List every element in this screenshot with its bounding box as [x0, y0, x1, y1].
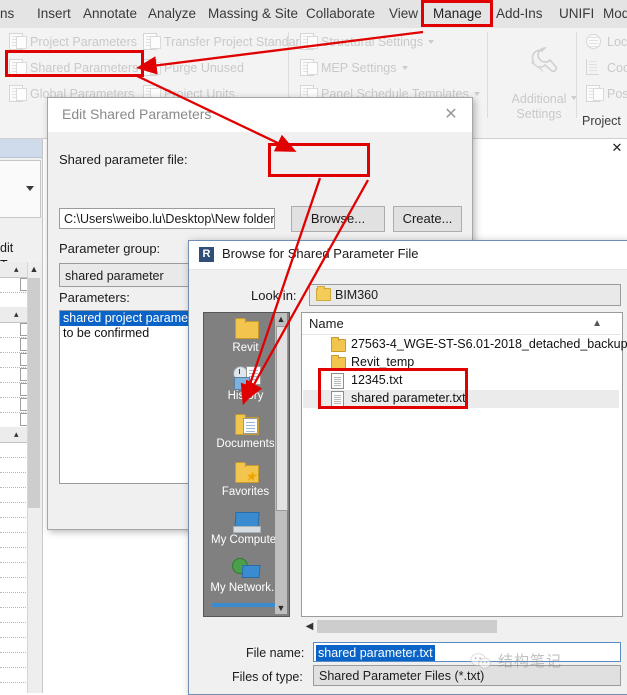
chevron-down-icon[interactable]: [26, 186, 34, 191]
type-selector[interactable]: [0, 160, 41, 218]
tab-view[interactable]: View: [383, 0, 424, 28]
place-my-network[interactable]: My Network...: [210, 557, 281, 595]
my-computer-icon: [232, 509, 261, 533]
ribbon-tab-bar: ns Insert Annotate Analyze Massing & Sit…: [0, 0, 627, 29]
chevron-up-icon: ▲: [592, 318, 602, 329]
history-icon: [232, 365, 261, 390]
chevron-down-icon[interactable]: ▼: [276, 602, 286, 614]
ribbon-item-mep-settings[interactable]: MEP Settings: [299, 57, 408, 79]
ribbon-item-structural-settings[interactable]: Structural Settings: [299, 31, 435, 53]
ribbon-item-purge-unused[interactable]: Purge Unused: [142, 57, 244, 79]
edit-type-button[interactable]: dit Type: [0, 240, 42, 272]
ribbon-item-location[interactable]: Loca: [585, 31, 627, 53]
tab-collaborate[interactable]: Collaborate: [300, 0, 381, 28]
position-icon: [585, 85, 604, 102]
watermark: 结构笔记: [470, 650, 620, 678]
documents-folder-icon: [232, 413, 260, 437]
dialog-title: Edit Shared Parameters: [62, 106, 212, 122]
coordinates-icon: [585, 59, 602, 75]
folder-icon: [331, 337, 346, 352]
table-row[interactable]: 27563-4_WGE-ST-S6.01-2018_detached_backu…: [303, 336, 627, 354]
transfer-project-standards-icon: [142, 33, 161, 50]
highlight-browse-button: [268, 143, 370, 177]
highlight-manage-tab: [421, 0, 493, 27]
chevron-left-icon[interactable]: ◀: [303, 620, 316, 633]
tab-insert[interactable]: Insert: [31, 0, 77, 28]
file-list-column-header[interactable]: Name ▲: [302, 313, 620, 335]
wechat-icon: [470, 653, 492, 669]
location-icon: [585, 33, 602, 49]
global-parameters-icon: [8, 85, 27, 102]
file-name-value[interactable]: shared parameter.txt: [316, 645, 435, 661]
tab-analyze[interactable]: Analyze: [142, 0, 202, 28]
tab-massing-site[interactable]: Massing & Site: [202, 0, 304, 28]
tab-add-ins[interactable]: Add-Ins: [490, 0, 549, 28]
place-history[interactable]: History: [210, 365, 281, 403]
look-in-label: Look in:: [251, 288, 297, 303]
watermark-text: 结构笔记: [498, 652, 563, 670]
place-partial-item: [212, 603, 278, 607]
revit-icon: R: [199, 247, 214, 262]
create-button[interactable]: Create...: [393, 206, 462, 232]
scrollbar-thumb[interactable]: [276, 326, 288, 511]
scrollbar-thumb[interactable]: [28, 278, 40, 508]
folder-icon: [232, 317, 260, 341]
structural-settings-icon: [299, 33, 318, 50]
ribbon-item-position[interactable]: Posi: [585, 83, 627, 105]
shared-parameter-file-input[interactable]: C:\Users\weibo.lu\Desktop\New folder\BI: [59, 208, 275, 229]
favorites-folder-icon: ★: [232, 461, 260, 485]
files-of-type-value: Shared Parameter Files (*.txt): [319, 669, 485, 683]
my-network-icon: [231, 557, 260, 581]
tab-modify[interactable]: Mod: [597, 0, 627, 28]
parameter-group-label: Parameter group:: [59, 241, 161, 256]
chevron-up-icon[interactable]: ▴: [14, 265, 18, 274]
chevron-up-icon[interactable]: ▴: [14, 310, 18, 319]
scrollbar-thumb[interactable]: [317, 620, 497, 633]
close-icon[interactable]: ✕: [438, 104, 464, 126]
shared-parameter-file-label: Shared parameter file:: [59, 152, 188, 167]
browse-button[interactable]: Browse...: [291, 206, 385, 232]
place-revit[interactable]: Revit: [210, 317, 281, 355]
dialog-title: Browse for Shared Parameter File: [222, 246, 419, 261]
parameters-label: Parameters:: [59, 290, 130, 305]
wrench-icon: [530, 47, 558, 73]
tab-systems[interactable]: ns: [0, 0, 20, 28]
additional-settings-button[interactable]: Additional Settings: [497, 34, 581, 130]
chevron-down-icon[interactable]: [401, 66, 408, 70]
chevron-down-icon[interactable]: [473, 92, 480, 96]
tab-annotate[interactable]: Annotate: [77, 0, 143, 28]
project-parameters-icon: [8, 33, 27, 50]
ribbon-item-coordinates[interactable]: Coo: [585, 57, 627, 79]
chevron-up-icon[interactable]: ▴: [14, 430, 18, 439]
purge-unused-icon: [142, 59, 161, 76]
chevron-up-icon[interactable]: ▲: [276, 313, 286, 325]
chevron-down-icon[interactable]: [428, 40, 435, 44]
files-of-type-label: Files of type:: [232, 670, 303, 684]
folder-icon: [316, 286, 331, 301]
panel-label-project-location: Project: [582, 114, 621, 128]
properties-panel-title-bar: [0, 139, 42, 158]
mep-settings-icon: [299, 59, 318, 76]
file-name-label: File name:: [246, 646, 305, 660]
tab-unifi[interactable]: UNIFI: [553, 0, 600, 28]
close-icon[interactable]: ✕: [611, 141, 623, 154]
place-favorites[interactable]: ★ Favorites: [210, 461, 281, 499]
browse-for-shared-parameter-file-dialog[interactable]: R Browse for Shared Parameter File Look …: [188, 240, 627, 695]
place-documents[interactable]: Documents: [210, 413, 281, 451]
column-header-name[interactable]: Name: [309, 316, 344, 331]
chevron-up-icon[interactable]: ▲: [28, 263, 40, 276]
look-in-value: BIM360: [335, 288, 379, 302]
highlight-shared-parameters: [5, 50, 144, 77]
place-my-computer[interactable]: My Computer: [210, 509, 281, 547]
file-list[interactable]: Name ▲ 27563-4_WGE-ST-S6.01-2018_detache…: [301, 312, 627, 617]
highlight-file-rows: [318, 368, 468, 409]
